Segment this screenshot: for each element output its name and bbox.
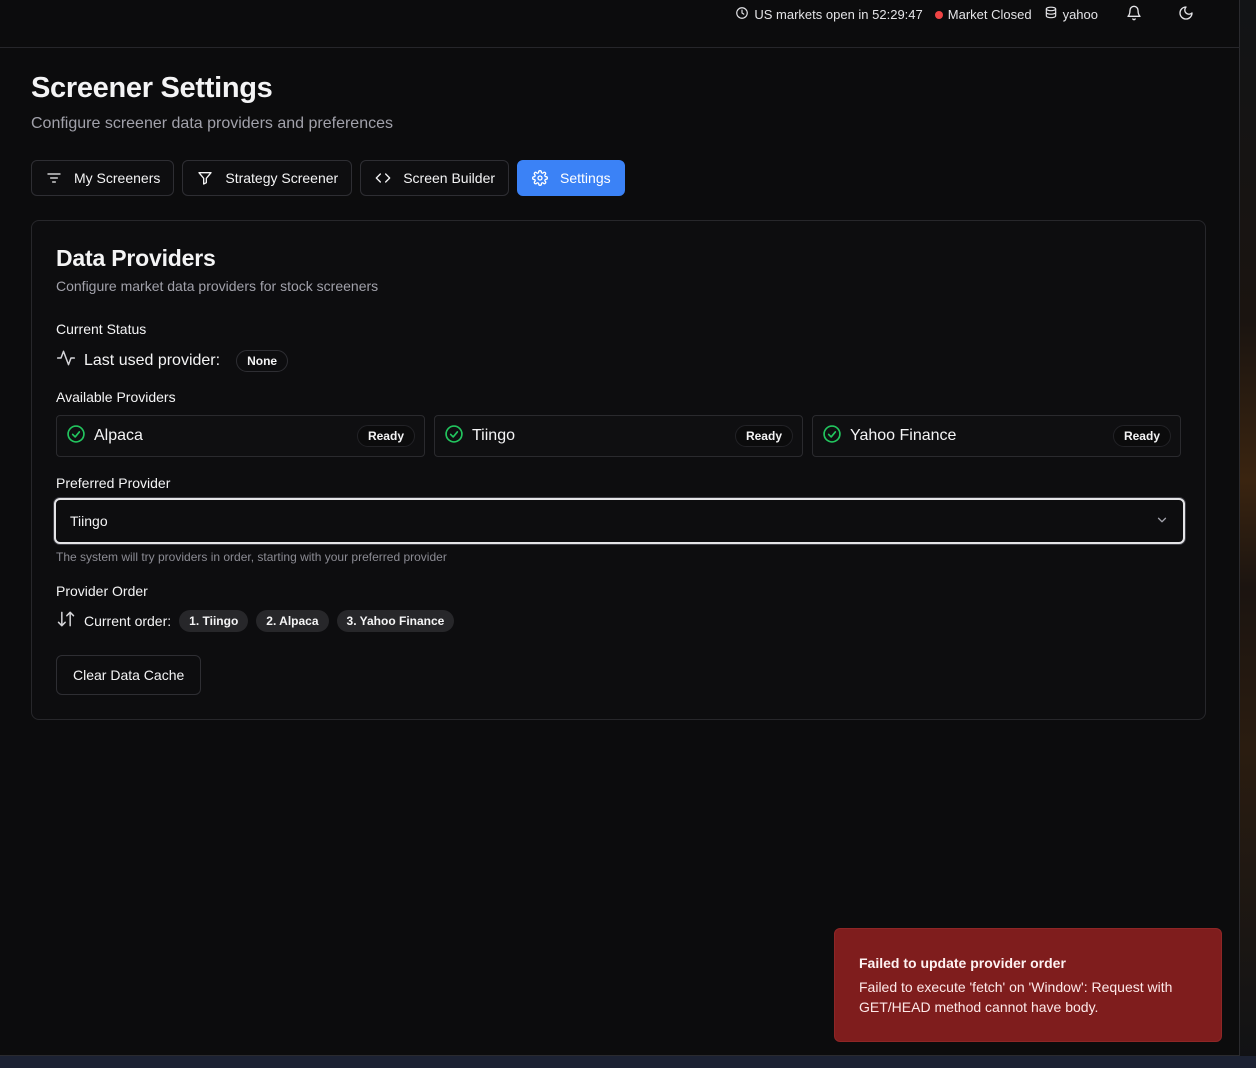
order-pill: 1. Tiingo [179, 609, 249, 632]
preferred-provider-label: Preferred Provider [56, 475, 171, 491]
filter-lines-icon [44, 168, 64, 188]
tab-my-screeners[interactable]: My Screeners [31, 160, 175, 196]
tab-label: Strategy Screener [225, 170, 339, 186]
toast-title: Failed to update provider order [859, 955, 1066, 971]
order-pill: 2. Alpaca [256, 609, 329, 632]
data-source: yahoo [1044, 6, 1098, 23]
tab-label: Settings [560, 170, 611, 186]
app-window: US markets open in 52:29:47 Market Close… [0, 0, 1240, 1056]
status-badge: Ready [734, 425, 793, 447]
moon-icon [1178, 5, 1194, 26]
status-badge: Ready [356, 425, 415, 447]
market-status: Market Closed [934, 7, 1032, 22]
preferred-provider-select[interactable]: Tiingo [54, 498, 1185, 544]
clear-cache-button[interactable]: Clear Data Cache [56, 655, 202, 695]
last-used-badge: None [236, 349, 289, 372]
data-providers-card: Data Providers Configure market data pro… [31, 220, 1206, 720]
chevron-down-icon [1155, 513, 1169, 530]
market-status-text: Market Closed [947, 7, 1032, 22]
activity-icon [56, 348, 76, 373]
provider-item-alpaca: Alpaca Ready [56, 415, 425, 457]
database-icon [1044, 6, 1058, 23]
order-pill: 3. Yahoo Finance [336, 609, 455, 632]
card-title: Data Providers [56, 245, 216, 271]
last-used-provider: Last used provider: None [56, 348, 289, 373]
error-toast[interactable]: Failed to update provider order Failed t… [834, 928, 1222, 1042]
notifications-button[interactable] [1123, 4, 1145, 26]
provider-order: Current order: 1. Tiingo 2. Alpaca 3. Ya… [56, 609, 455, 632]
page-subtitle: Configure screener data providers and pr… [31, 115, 393, 132]
tab-bar: My Screeners Strategy Screener Screen Bu… [31, 160, 625, 196]
code-icon [373, 168, 393, 188]
funnel-icon [195, 168, 215, 188]
top-bar: US markets open in 52:29:47 Market Close… [0, 0, 1240, 48]
available-providers-label: Available Providers [56, 389, 176, 405]
provider-list: Alpaca Ready Tiingo Ready Yahoo Finance … [56, 415, 1181, 457]
tab-label: My Screeners [74, 170, 161, 186]
taskbar-strip [0, 1056, 1256, 1068]
background-strip [1240, 0, 1256, 1068]
check-circle-icon [822, 424, 842, 449]
sort-arrows-icon [56, 609, 76, 632]
theme-toggle-button[interactable] [1175, 4, 1197, 26]
market-status-area: US markets open in 52:29:47 Market Close… [735, 6, 1098, 23]
market-countdown: US markets open in 52:29:47 [735, 6, 923, 23]
last-used-label: Last used provider: [84, 351, 221, 369]
card-description: Configure market data providers for stoc… [56, 278, 379, 294]
market-status-dot [934, 10, 943, 19]
preferred-provider-value: Tiingo [70, 513, 108, 529]
bell-icon [1126, 5, 1142, 26]
preferred-provider-hint: The system will try providers in order, … [56, 550, 447, 564]
page-title: Screener Settings [31, 72, 273, 104]
provider-name: Tiingo [472, 427, 515, 444]
provider-name: Yahoo Finance [850, 427, 957, 444]
toast-body: Failed to execute 'fetch' on 'Window': R… [859, 979, 1173, 1015]
status-badge: Ready [1112, 425, 1171, 447]
countdown-text: US markets open in 52:29:47 [754, 7, 923, 22]
tab-label: Screen Builder [403, 170, 496, 186]
provider-name: Alpaca [94, 427, 143, 444]
provider-item-yahoo-finance: Yahoo Finance Ready [812, 415, 1181, 457]
gear-icon [530, 168, 550, 188]
clock-icon [735, 6, 749, 23]
tab-settings[interactable]: Settings [517, 160, 625, 196]
check-circle-icon [66, 424, 86, 449]
order-pills: 1. Tiingo 2. Alpaca 3. Yahoo Finance [179, 609, 455, 632]
data-source-text: yahoo [1062, 7, 1098, 22]
check-circle-icon [444, 424, 464, 449]
provider-item-tiingo: Tiingo Ready [434, 415, 803, 457]
current-status-label: Current Status [56, 321, 147, 337]
tab-screen-builder[interactable]: Screen Builder [360, 160, 510, 196]
provider-order-label: Provider Order [56, 583, 148, 599]
current-order-label: Current order: [84, 612, 172, 629]
tab-strategy-screener[interactable]: Strategy Screener [182, 160, 353, 196]
